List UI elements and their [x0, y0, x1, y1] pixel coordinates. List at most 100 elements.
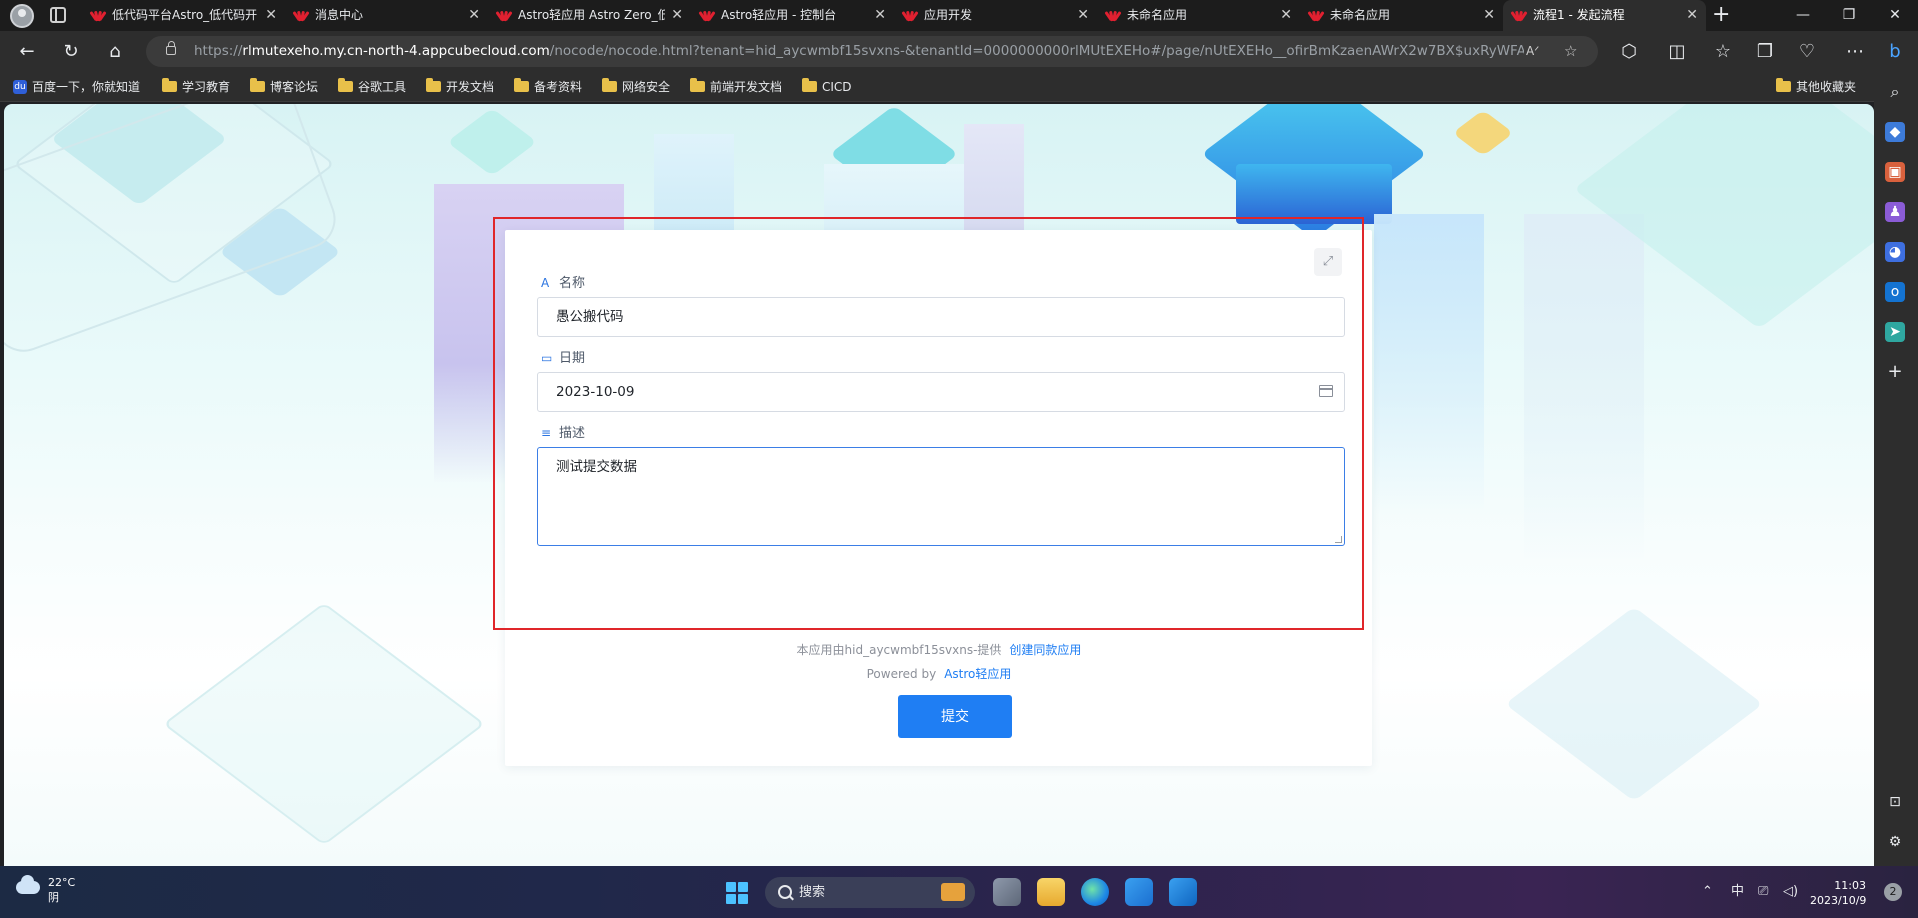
minimize-icon[interactable]: —: [1780, 0, 1826, 31]
bookmark-folder[interactable]: 博客论坛: [250, 72, 318, 102]
copilot-icon[interactable]: ◕: [1885, 242, 1905, 262]
tab-close-icon[interactable]: ✕: [265, 0, 277, 31]
volume-icon[interactable]: ◁): [1783, 866, 1798, 918]
bookmark-folder[interactable]: 前端开发文档: [690, 72, 782, 102]
search-placeholder: 搜索: [799, 885, 826, 900]
other-bookmarks-folder[interactable]: 其他收藏夹: [1776, 72, 1856, 102]
screenshot-icon[interactable]: ⊡: [1885, 792, 1905, 812]
tab-close-icon[interactable]: ✕: [671, 0, 683, 31]
browser-tab[interactable]: Astro轻应用 - 控制台 ✕: [691, 0, 894, 31]
extensions-icon[interactable]: ⬡: [1616, 39, 1642, 65]
folder-icon: [426, 78, 441, 92]
huawei-icon: [1104, 9, 1122, 22]
tab-label: Astro轻应用 - 控制台: [721, 8, 837, 22]
search-icon[interactable]: ⌕: [1885, 82, 1905, 102]
browser-tab[interactable]: 消息中心 ✕: [285, 0, 488, 31]
bookmark-folder[interactable]: 学习教育: [162, 72, 230, 102]
submit-button[interactable]: 提交: [898, 695, 1012, 738]
astro-link[interactable]: Astro轻应用: [944, 667, 1011, 681]
folder-icon: [338, 78, 353, 92]
search-highlight-icon: [941, 883, 965, 901]
calendar-icon: ▭: [541, 351, 553, 365]
tab-close-icon[interactable]: ✕: [1483, 0, 1495, 31]
name-input[interactable]: 愚公搬代码: [537, 297, 1345, 337]
bing-copilot-icon[interactable]: b: [1882, 39, 1908, 65]
tab-label: 未命名应用: [1330, 8, 1391, 22]
system-clock[interactable]: 11:03 2023/10/9: [1810, 878, 1866, 908]
split-screen-icon[interactable]: ◫: [1664, 39, 1690, 65]
browser-tab[interactable]: 应用开发 ✕: [894, 0, 1097, 31]
taskbar-search[interactable]: 搜索: [765, 877, 975, 908]
read-aloud-icon[interactable]: Aᐟ: [1526, 36, 1539, 67]
windows-taskbar: 22°C 阴 搜索 ⌃ 中 ⎚ ◁) 11:03 2023/10/9 2: [0, 866, 1918, 918]
notification-badge[interactable]: 2: [1884, 883, 1902, 901]
folder-icon: [602, 78, 617, 92]
favorite-star-icon[interactable]: ☆: [1564, 36, 1577, 67]
expand-icon[interactable]: ⤢: [1314, 248, 1342, 276]
favorites-icon[interactable]: ☆: [1710, 39, 1736, 65]
settings-icon[interactable]: ⚙: [1885, 832, 1905, 852]
weather-temp: 22°C: [48, 876, 76, 889]
send-icon[interactable]: ➤: [1885, 322, 1905, 342]
tab-close-icon[interactable]: ✕: [1686, 0, 1698, 31]
performance-icon[interactable]: ♡: [1794, 39, 1820, 65]
bookmark-folder[interactable]: CICD: [802, 72, 852, 102]
back-icon[interactable]: ←: [14, 39, 40, 65]
add-icon[interactable]: +: [1885, 362, 1905, 382]
weather-widget[interactable]: 22°C 阴: [16, 875, 75, 905]
edge-sidebar: ⌕ ◆ ▣ ♟ ◕ o ➤ + ⊡ ⚙: [1874, 72, 1918, 866]
home-icon[interactable]: ⌂: [102, 39, 128, 65]
windows-start-icon[interactable]: [726, 882, 748, 904]
bookmark-folder[interactable]: 网络安全: [602, 72, 670, 102]
address-bar[interactable]: https://rlmutexeho.my.cn-north-4.appcube…: [146, 36, 1598, 67]
new-tab-icon[interactable]: +: [1712, 2, 1730, 27]
bookmarks-bar: du 百度一下，你就知道 学习教育 博客论坛 谷歌工具 开发文档 备考资料 网络安…: [0, 72, 1918, 102]
tag-icon[interactable]: ◆: [1885, 122, 1905, 142]
date-input[interactable]: 2023-10-09: [537, 372, 1345, 412]
more-menu-icon[interactable]: ⋯: [1842, 39, 1868, 65]
resize-handle-icon[interactable]: [1335, 536, 1342, 543]
tray-chevron-icon[interactable]: ⌃: [1702, 866, 1713, 918]
bookmark-folder[interactable]: 备考资料: [514, 72, 582, 102]
refresh-icon[interactable]: ↻: [58, 39, 84, 65]
restore-icon[interactable]: ❐: [1826, 0, 1872, 31]
edge-browser-icon[interactable]: [1081, 878, 1109, 906]
date-picker-icon[interactable]: [1319, 385, 1333, 397]
bookmark-folder[interactable]: 谷歌工具: [338, 72, 406, 102]
tab-close-icon[interactable]: ✕: [468, 0, 480, 31]
close-window-icon[interactable]: ✕: [1872, 0, 1918, 31]
weather-desc: 阴: [48, 891, 59, 904]
tab-label: 应用开发: [924, 8, 973, 22]
cloud-icon: [16, 875, 40, 894]
collections-icon[interactable]: ❐: [1752, 39, 1778, 65]
games-icon[interactable]: ♟: [1885, 202, 1905, 222]
folder-icon: [250, 78, 265, 92]
create-same-app-link[interactable]: 创建同款应用: [1009, 643, 1081, 657]
browser-tab[interactable]: Astro轻应用 Astro Zero_低 ✕: [488, 0, 691, 31]
browser-tab[interactable]: 未命名应用 ✕: [1097, 0, 1300, 31]
outlook-icon[interactable]: o: [1885, 282, 1905, 302]
description-textarea[interactable]: 测试提交数据: [537, 447, 1345, 546]
tab-actions-icon[interactable]: [50, 7, 66, 23]
huawei-icon: [698, 9, 716, 22]
display-icon[interactable]: ⎚: [1758, 866, 1768, 918]
file-explorer-icon[interactable]: [1037, 878, 1065, 906]
toolbox-icon[interactable]: ▣: [1885, 162, 1905, 182]
bookmark-item[interactable]: du 百度一下，你就知道: [12, 72, 140, 102]
ime-indicator[interactable]: 中: [1731, 866, 1744, 918]
browser-tab[interactable]: 未命名应用 ✕: [1300, 0, 1503, 31]
tab-close-icon[interactable]: ✕: [874, 0, 886, 31]
task-view-icon[interactable]: [993, 878, 1021, 906]
browser-tab[interactable]: 低代码平台Astro_低代码开 ✕: [82, 0, 285, 31]
lock-icon: [166, 41, 176, 55]
tab-close-icon[interactable]: ✕: [1077, 0, 1089, 31]
name-input-value: 愚公搬代码: [556, 309, 624, 325]
microsoft-store-icon[interactable]: [1125, 878, 1153, 906]
field-label-name: A 名称: [541, 276, 586, 291]
vscode-icon[interactable]: [1169, 878, 1197, 906]
profile-avatar[interactable]: [10, 4, 34, 28]
tab-close-icon[interactable]: ✕: [1280, 0, 1292, 31]
huawei-icon: [495, 9, 513, 22]
bookmark-folder[interactable]: 开发文档: [426, 72, 494, 102]
browser-tab-active[interactable]: 流程1 - 发起流程 ✕: [1503, 0, 1706, 31]
